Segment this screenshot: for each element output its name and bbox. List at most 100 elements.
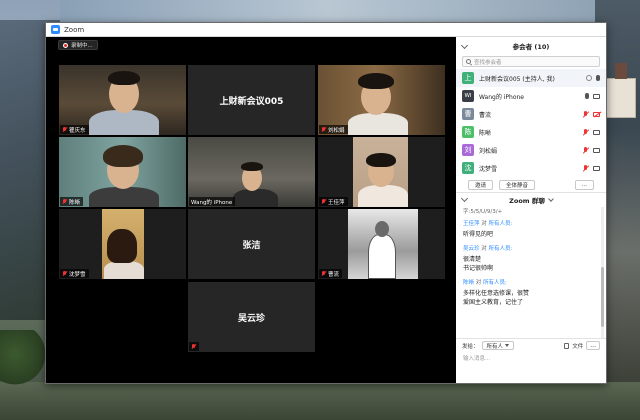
avatar: 上 xyxy=(462,72,474,84)
video-tile[interactable]: 沈梦雪 xyxy=(59,209,186,279)
participant-row[interactable]: WI Wang的 iPhone xyxy=(456,87,606,105)
participant-name: 曹流 xyxy=(479,111,492,119)
tile-nameplate xyxy=(189,342,199,351)
participants-header: 参会者 (10) xyxy=(456,37,606,55)
mic-muted-icon xyxy=(62,126,67,133)
mic-muted-icon xyxy=(321,198,326,205)
mic-muted-icon xyxy=(62,198,67,205)
mic-muted-icon xyxy=(321,270,326,277)
chevron-down-icon xyxy=(505,344,510,347)
mic-muted-icon[interactable] xyxy=(583,129,589,135)
chat-sender[interactable]: 陈晰 xyxy=(463,280,474,286)
participant-row[interactable]: 刘 刘松娟 xyxy=(456,141,606,159)
camera-off-icon[interactable] xyxy=(593,111,600,117)
chat-to-word: 对 xyxy=(481,246,487,252)
video-gallery: 录制中... 瞿庆东 上财新会议005 刘松娟 陈晰 Wang的 iPhone … xyxy=(46,37,456,383)
chevron-down-icon[interactable] xyxy=(548,196,554,202)
desktop-trees xyxy=(0,330,50,390)
mic-muted-icon[interactable] xyxy=(583,111,589,117)
collapse-icon[interactable] xyxy=(460,41,469,50)
chat-scrollbar[interactable] xyxy=(601,207,604,338)
file-button[interactable]: 文件 xyxy=(564,342,583,350)
title-bar[interactable]: Zoom xyxy=(46,23,606,37)
avatar: 刘 xyxy=(462,144,474,156)
tile-name-label: 吴云珍 xyxy=(237,313,265,324)
tile-nameplate: 刘松娟 xyxy=(319,125,348,134)
participant-search-input[interactable]: 查找参会者 xyxy=(462,56,600,67)
participant-name: 沈梦雪 xyxy=(479,165,498,173)
tile-name-label: 上财新会议005 xyxy=(219,96,284,107)
chat-message-input[interactable]: 输入消息... xyxy=(456,352,606,364)
participants-title: 参会者 (10) xyxy=(512,43,550,51)
chat-messages: 字:5/5/U/9/3/+ 王佳萍 对 所有人员: 听得见的吧 吴云珍 对 所有… xyxy=(456,207,606,338)
participant-name: 上财新会议005 (主持人, 我) xyxy=(479,75,555,83)
tile-nameplate: 陈晰 xyxy=(60,197,84,206)
chat-message: 陈晰 对 所有人员: 多样化任意选修课，很赞 爱国主义教育，记住了 xyxy=(463,278,596,307)
mic-icon[interactable] xyxy=(585,93,589,99)
mic-muted-icon xyxy=(62,270,67,277)
video-tile-active-speaker[interactable]: Wang的 iPhone xyxy=(188,137,315,207)
participant-name: 刘松娟 xyxy=(479,147,498,155)
chat-message: 吴云珍 对 所有人员: 很清楚 书记很帅啊 xyxy=(463,244,596,273)
desktop-sky xyxy=(60,0,600,22)
mute-all-button[interactable]: 全体静音 xyxy=(499,179,536,190)
camera-icon[interactable] xyxy=(593,93,600,99)
video-tile[interactable]: 陈晰 xyxy=(59,137,186,207)
record-icon xyxy=(63,42,68,48)
chat-to-word: 对 xyxy=(475,280,482,286)
desktop-castle xyxy=(606,63,636,118)
chat-message: 王佳萍 对 所有人员: 听得见的吧 xyxy=(463,219,596,239)
participant-row[interactable]: 曹 曹流 xyxy=(456,105,606,123)
camera-icon[interactable] xyxy=(593,147,600,153)
file-icon xyxy=(564,342,570,349)
chat-header: Zoom 群聊 xyxy=(456,193,606,207)
chat-text: 多样化任意选修课，很赞 爱国主义教育，记住了 xyxy=(463,290,530,306)
more-options-button[interactable]: ... xyxy=(574,179,594,190)
recording-indicator[interactable]: 录制中... xyxy=(58,40,98,50)
chat-sender[interactable]: 王佳萍 xyxy=(463,221,480,227)
participant-name: Wang的 iPhone xyxy=(479,93,524,101)
desktop-lake xyxy=(0,382,640,420)
chat-footer: 发给： 所有人 文件 ... xyxy=(456,338,606,352)
video-tile[interactable]: 张洁 xyxy=(188,209,315,279)
collapse-icon[interactable] xyxy=(460,194,469,203)
recipient-select[interactable]: 所有人 xyxy=(481,341,515,350)
participant-row[interactable]: 沈 沈梦雪 xyxy=(456,159,606,177)
mic-muted-icon[interactable] xyxy=(583,147,589,153)
invite-button[interactable]: 邀请 xyxy=(468,179,494,190)
avatar: WI xyxy=(462,90,474,102)
camera-icon[interactable] xyxy=(593,129,600,135)
chat-recipient: 所有人员: xyxy=(483,280,507,286)
send-to-label: 发给： xyxy=(462,343,479,350)
mic-muted-icon xyxy=(321,126,326,133)
chat-more-button[interactable]: ... xyxy=(586,341,600,350)
video-tile[interactable]: 王佳萍 xyxy=(318,137,445,207)
video-tile[interactable]: 瞿庆东 xyxy=(59,65,186,135)
video-tile[interactable]: 刘松娟 xyxy=(318,65,445,135)
side-panel: 参会者 (10) 查找参会者 上 上财新会议005 (主持人, 我) WI Wa… xyxy=(456,37,606,383)
scrollbar-thumb[interactable] xyxy=(601,267,604,327)
participants-actions: 邀请 全体静音 ... xyxy=(456,177,606,193)
share-status-icon xyxy=(586,75,592,81)
video-tile[interactable]: 曹流 xyxy=(318,209,445,279)
mic-icon[interactable] xyxy=(596,75,600,81)
participant-row[interactable]: 上 上财新会议005 (主持人, 我) xyxy=(456,69,606,87)
chat-sender[interactable]: 吴云珍 xyxy=(463,246,480,252)
mic-muted-icon[interactable] xyxy=(583,165,589,171)
file-label: 文件 xyxy=(572,343,584,350)
avatar: 陈 xyxy=(462,126,474,138)
search-icon xyxy=(466,59,471,64)
avatar: 沈 xyxy=(462,162,474,174)
search-placeholder: 查找参会者 xyxy=(474,59,502,66)
video-tile[interactable]: 上财新会议005 xyxy=(188,65,315,135)
zoom-app-icon xyxy=(51,25,60,34)
video-tile[interactable]: 吴云珍 xyxy=(188,282,315,352)
tile-nameplate: 瞿庆东 xyxy=(60,125,89,134)
tile-nameplate: 王佳萍 xyxy=(319,197,348,206)
chat-title: Zoom 群聊 xyxy=(509,197,545,205)
camera-icon[interactable] xyxy=(593,165,600,171)
chat-recipient: 所有人员: xyxy=(488,246,513,252)
participant-row[interactable]: 陈 陈晰 xyxy=(456,123,606,141)
tile-nameplate: 曹流 xyxy=(319,269,343,278)
chat-text: 很清楚 书记很帅啊 xyxy=(463,256,494,272)
